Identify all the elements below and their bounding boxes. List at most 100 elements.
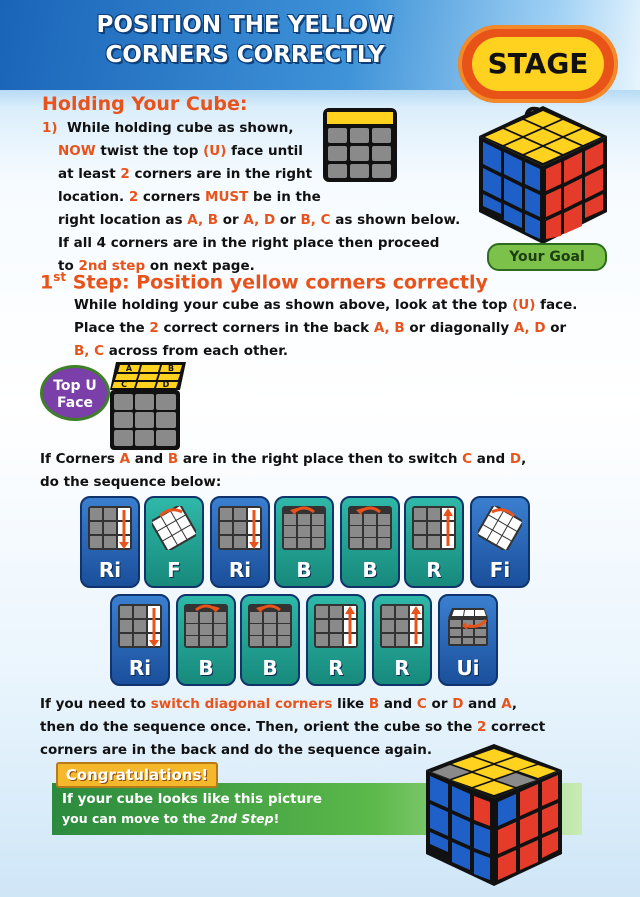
holding-line-3a: at least xyxy=(58,166,121,182)
move-card: Ri xyxy=(80,496,140,588)
switch-and-2: and xyxy=(472,451,510,467)
switch-c: C xyxy=(462,451,473,467)
move-label: B xyxy=(362,558,378,582)
step1-text: While holding your cube as shown above, … xyxy=(74,294,577,363)
holding-line-5a: right location as xyxy=(58,212,188,228)
page-title-line1: POSITION THE YELLOW xyxy=(96,12,394,38)
move-card: Fi xyxy=(470,496,530,588)
diag-line-1a: If you need to xyxy=(40,696,151,712)
corner-label-c: C xyxy=(121,380,127,389)
diag-c: C xyxy=(416,696,427,712)
step1-line-2e: or diagonally xyxy=(404,320,514,336)
top-u-cube-icon: A B C D xyxy=(110,362,186,450)
holding-line-2d: face until xyxy=(226,143,303,159)
move-card: Ri xyxy=(210,496,270,588)
congrats-bang: ! xyxy=(273,811,280,826)
move-label: Ri xyxy=(98,558,122,582)
move-cube-icon xyxy=(412,506,456,550)
now-word: NOW xyxy=(58,143,96,159)
step1-bc: B, C xyxy=(74,343,105,359)
diag-like: like xyxy=(332,696,369,712)
num-2b: 2 xyxy=(128,189,139,205)
move-card: B xyxy=(340,496,400,588)
switch-line-1e: are in the right place then to switch xyxy=(178,451,463,467)
move-card: B xyxy=(240,594,300,686)
move-cube-icon xyxy=(118,604,162,648)
holding-line-5g: as shown below. xyxy=(330,212,461,228)
congrats-line-1: If your cube looks like this picture xyxy=(62,791,322,807)
goal-cube-icon xyxy=(479,106,607,244)
your-goal-badge: Your Goal xyxy=(487,243,607,271)
move-label: B xyxy=(262,656,278,680)
switch-and-1: and xyxy=(130,451,168,467)
holding-step-text: 1) While holding cube as shown, NOW twis… xyxy=(42,117,460,278)
switch-line-1a: If Corners xyxy=(40,451,120,467)
or-1: or xyxy=(218,212,244,228)
move-cube-icon xyxy=(282,506,326,550)
top-u-line1: Top U xyxy=(53,378,97,394)
holding-line-6: If all 4 corners are in the right place … xyxy=(58,235,440,251)
diag-comma: , xyxy=(511,696,518,712)
step1-num-2: 2 xyxy=(149,320,159,336)
move-label: B xyxy=(198,656,214,680)
move-card: B xyxy=(176,594,236,686)
move-cube-icon xyxy=(448,608,488,646)
step1-u-ref: (U) xyxy=(512,297,536,313)
switch-comma: , xyxy=(521,451,527,467)
step1-line-2c: correct corners in the back xyxy=(158,320,374,336)
congrats-text: If your cube looks like this picture you… xyxy=(62,790,322,828)
must-word: MUST xyxy=(205,189,249,205)
step-number: 1) xyxy=(42,120,58,136)
step1-line-2g: or xyxy=(545,320,567,336)
holding-line-4e: be in the xyxy=(248,189,321,205)
holding-line-1: While holding cube as shown, xyxy=(66,120,294,136)
u-face-ref: (U) xyxy=(203,143,227,159)
move-label: Ui xyxy=(456,656,480,680)
move-card: R xyxy=(404,496,464,588)
switch-d: D xyxy=(509,451,522,467)
stage-label: STAGE 6: xyxy=(472,37,604,134)
diag-line-2: then do the sequence once. Then, orient … xyxy=(40,719,477,735)
diag-num-2: 2 xyxy=(476,719,487,735)
move-label: R xyxy=(328,656,344,680)
move-card: R xyxy=(372,594,432,686)
move-cube-icon xyxy=(248,604,292,648)
move-label: B xyxy=(296,558,312,582)
move-cube-icon xyxy=(380,604,424,648)
holding-heading: Holding Your Cube: xyxy=(42,93,248,115)
corner-label-a: A xyxy=(126,364,133,373)
step1-line-2a: Place the xyxy=(74,320,150,336)
diag-line-2c: correct xyxy=(486,719,546,735)
move-cube-icon xyxy=(314,604,358,648)
stage-badge: STAGE 6: xyxy=(458,25,618,134)
diag-and-2: and xyxy=(463,696,502,712)
switch-b: B xyxy=(167,451,179,467)
move-card: F xyxy=(144,496,204,588)
step1-num: 1 xyxy=(40,271,54,294)
corners-bc: B, C xyxy=(300,212,331,228)
move-card: R xyxy=(306,594,366,686)
diag-or: or xyxy=(426,696,453,712)
move-label: Fi xyxy=(489,558,511,582)
move-label: F xyxy=(167,558,181,582)
step1-heading-text: Step: Position yellow corners correctly xyxy=(66,271,488,294)
step1-line-1c: face. xyxy=(535,297,578,313)
top-u-face-badge: Top U Face xyxy=(40,365,110,421)
move-cube-icon xyxy=(478,506,522,550)
holding-cube-icon xyxy=(323,108,397,182)
holding-line-4c: corners xyxy=(138,189,206,205)
page-title-line2: CORNERS CORRECTLY xyxy=(105,42,385,68)
congrats-line-2a: you can move to the xyxy=(62,811,211,826)
diag-a: A xyxy=(501,696,512,712)
move-label: R xyxy=(394,656,410,680)
step1-heading: 1st Step: Position yellow corners correc… xyxy=(40,270,488,293)
final-cube-icon xyxy=(426,744,562,886)
holding-line-3c: corners are in the right xyxy=(129,166,313,182)
step1-line-3b: across from each other. xyxy=(104,343,289,359)
move-card: Ri xyxy=(110,594,170,686)
or-2: or xyxy=(275,212,301,228)
top-u-line2: Face xyxy=(57,395,93,411)
congrats-2nd-step: 2nd Step xyxy=(210,811,274,826)
corners-ad: A, D xyxy=(243,212,276,228)
step1-line-1a: While holding your cube as shown above, … xyxy=(74,297,513,313)
